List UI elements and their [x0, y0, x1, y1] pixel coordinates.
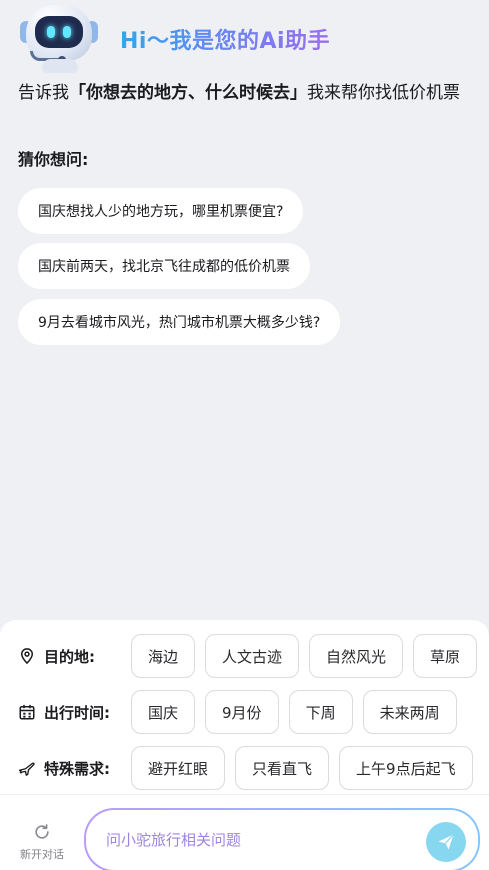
- page-title: Hi～我是您的Ai助手: [120, 23, 330, 55]
- chip-needs[interactable]: 上午9点后起飞: [339, 746, 473, 790]
- filter-label-destination: 目的地:: [44, 647, 95, 666]
- time-chips: 国庆 9月份 下周 未来两周: [131, 690, 477, 734]
- chip-needs[interactable]: 避开红眼: [131, 746, 226, 790]
- destination-chips: 海边 人文古迹 自然风光 草原: [131, 634, 477, 678]
- suggestions-label: 猜你想问:: [18, 150, 89, 169]
- header: Hi～我是您的Ai助手: [18, 0, 478, 78]
- calendar-icon: [19, 704, 35, 720]
- chat-input-container: [84, 808, 480, 870]
- filter-label-time: 出行时间:: [44, 703, 110, 722]
- refresh-icon: [35, 824, 49, 839]
- chip-destination[interactable]: 人文古迹: [205, 634, 300, 678]
- divider: [0, 794, 489, 795]
- chip-time[interactable]: 未来两周: [362, 690, 457, 734]
- intro-suffix: 我来帮你找低价机票: [307, 83, 460, 103]
- suggestion-item[interactable]: 国庆想找人少的地方玩，哪里机票便宜?: [18, 188, 304, 234]
- chip-time[interactable]: 下周: [288, 690, 353, 734]
- assistant-avatar: [18, 1, 100, 77]
- send-icon: [438, 834, 454, 850]
- filter-row-needs: 特殊需求: 避开红眼 只看直飞 上午9点后起飞: [0, 746, 489, 790]
- intro-prefix: 告诉我: [18, 83, 69, 103]
- send-button[interactable]: [426, 822, 466, 862]
- chip-time[interactable]: 9月份: [205, 690, 279, 734]
- airplane-icon: [18, 762, 35, 776]
- new-chat-label: 新开对话: [20, 848, 64, 861]
- chip-destination[interactable]: 自然风光: [309, 634, 404, 678]
- new-chat-button[interactable]: 新开对话: [10, 822, 74, 862]
- chip-needs[interactable]: 只看直飞: [235, 746, 330, 790]
- suggestion-item[interactable]: 国庆前两天，找北京飞往成都的低价机票: [18, 243, 310, 289]
- filter-label-needs: 特殊需求:: [44, 759, 110, 778]
- chat-input[interactable]: [106, 831, 426, 849]
- filter-row-time: 出行时间: 国庆 9月份 下周 未来两周: [0, 690, 489, 734]
- suggestion-item[interactable]: 9月去看城市风光，热门城市机票大概多少钱?: [18, 299, 341, 345]
- intro-highlight: 「你想去的地方、什么时候去」: [69, 83, 307, 103]
- chip-destination[interactable]: 海边: [131, 634, 196, 678]
- needs-chips: 避开红眼 只看直飞 上午9点后起飞: [131, 746, 477, 790]
- intro-text: 告诉我「你想去的地方、什么时候去」我来帮你找低价机票: [18, 82, 473, 105]
- chip-time[interactable]: 国庆: [131, 690, 196, 734]
- chip-destination[interactable]: 草原: [413, 634, 477, 678]
- location-pin-icon: [20, 648, 34, 665]
- filter-row-destination: 目的地: 海边 人文古迹 自然风光 草原: [0, 634, 489, 678]
